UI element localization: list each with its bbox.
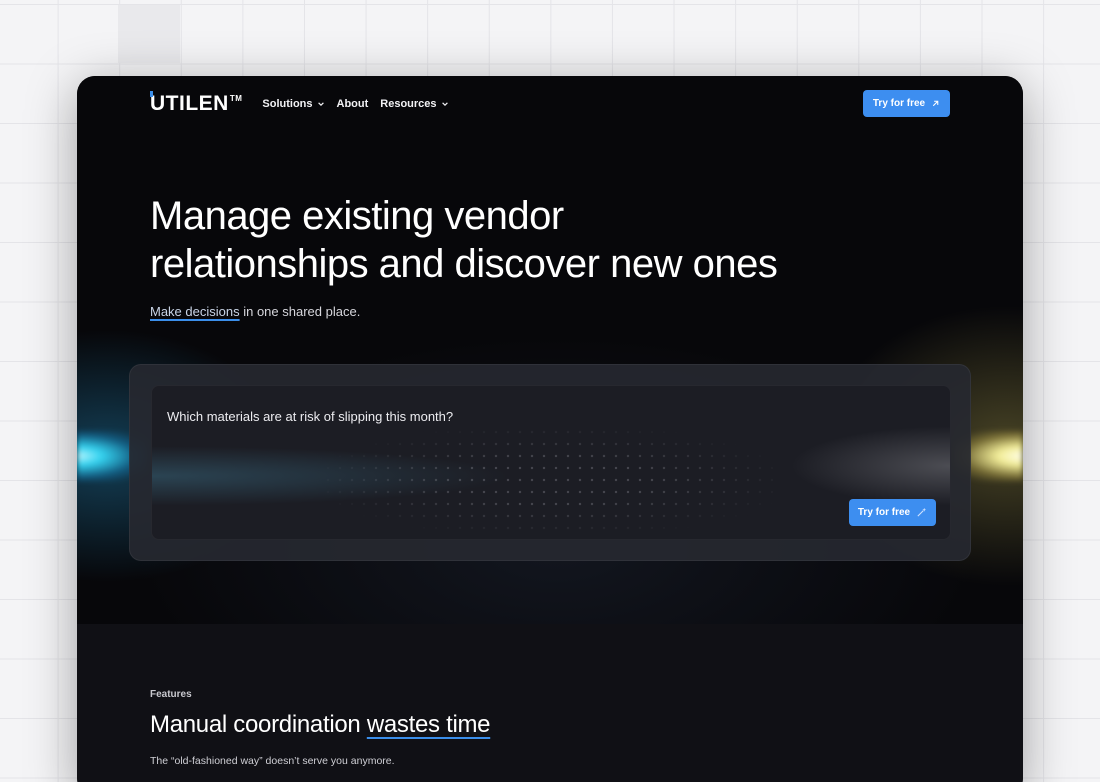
try-for-free-button[interactable]: Try for free: [863, 90, 950, 117]
button-label: Try for free: [872, 98, 926, 109]
top-navigation: UTILEN TM Solutions About Resources Try …: [150, 90, 950, 118]
hero-subtitle: Make decisions in one shared place.: [150, 304, 360, 319]
features-label: Features: [150, 689, 192, 700]
arrow-up-right-icon: [932, 100, 939, 107]
prompt-card: Which materials are at risk of slipping …: [129, 364, 971, 561]
prompt-white-glow: [790, 426, 950, 506]
features-title-highlight: wastes time: [366, 711, 491, 738]
hero-subtitle-rest: in one shared place.: [239, 304, 361, 319]
prompt-input-area[interactable]: Which materials are at risk of slipping …: [151, 385, 951, 540]
nav-item-solutions[interactable]: Solutions: [262, 98, 324, 110]
nav-item-label: Resources: [380, 98, 437, 110]
features-title-plain: Manual coordination: [150, 711, 367, 738]
features-section: Features Manual coordination wastes time…: [77, 624, 1023, 782]
prompt-try-for-free-button[interactable]: Try for free: [849, 499, 936, 526]
logo-trademark: TM: [229, 94, 243, 103]
hero-title-line2: relationships and discover new ones: [150, 242, 778, 286]
features-subtitle: The “old-fashioned way” doesn’t serve yo…: [150, 755, 395, 767]
prompt-text: Which materials are at risk of slipping …: [167, 409, 454, 424]
chevron-down-icon: [441, 102, 448, 107]
hero-section: UTILEN TM Solutions About Resources Try …: [77, 76, 1023, 624]
sparkle-wand-icon: [917, 507, 927, 517]
make-decisions-link[interactable]: Make decisions: [150, 304, 240, 319]
chevron-down-icon: [317, 102, 324, 107]
nav-item-label: Solutions: [262, 98, 313, 110]
nav-item-label: About: [336, 98, 369, 110]
nav-item-resources[interactable]: Resources: [380, 98, 448, 110]
browser-frame: UTILEN TM Solutions About Resources Try …: [77, 76, 1023, 782]
nav-links: Solutions About Resources: [262, 98, 448, 110]
nav-item-about[interactable]: About: [337, 98, 369, 110]
hero-title-line1: Manage existing vendor: [150, 194, 564, 238]
dot-pattern: [322, 426, 782, 536]
button-label: Try for free: [857, 507, 911, 518]
background-grid-cell: [118, 5, 180, 63]
features-title: Manual coordination wastes time: [150, 711, 491, 739]
hero-title: Manage existing vendor relationships and…: [150, 192, 870, 288]
utilen-logo[interactable]: UTILEN TM: [150, 91, 243, 116]
logo-wordmark: UTILEN: [150, 91, 229, 115]
